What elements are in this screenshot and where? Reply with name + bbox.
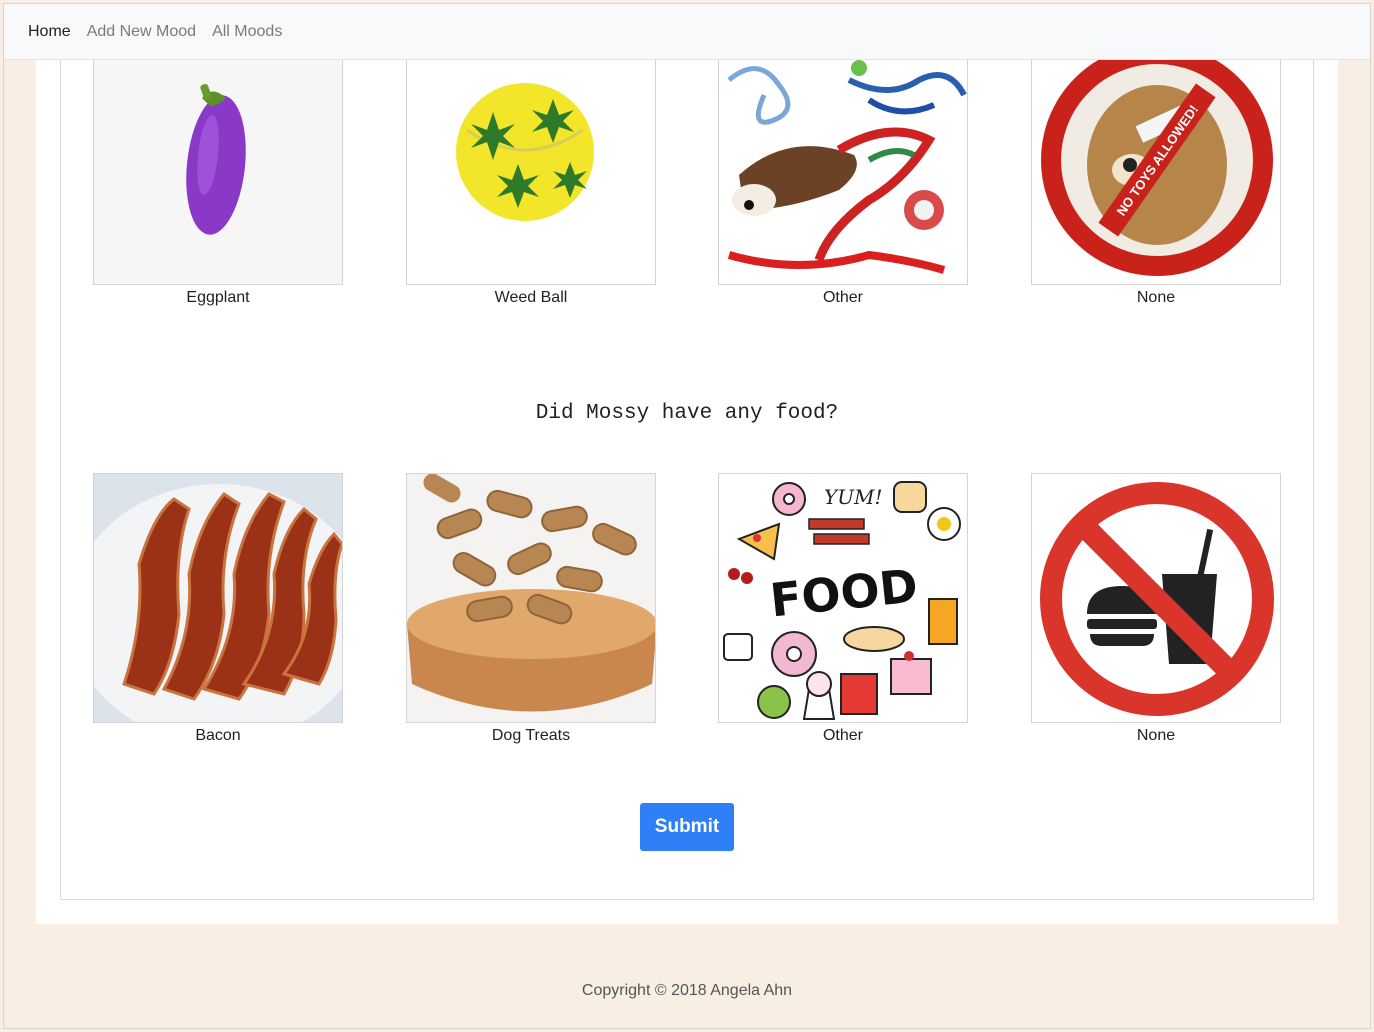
food-option-label: None bbox=[1136, 727, 1176, 744]
food-option-label: Bacon bbox=[195, 727, 241, 744]
dog-treats-image[interactable] bbox=[406, 473, 656, 723]
no-food-image[interactable] bbox=[1031, 473, 1281, 723]
toy-option-weed-ball[interactable]: Weed Ball bbox=[406, 60, 656, 309]
food-option-none[interactable]: None bbox=[1031, 473, 1281, 747]
bacon-image[interactable] bbox=[93, 473, 343, 723]
food-collage-yum-text: YUM! bbox=[824, 485, 883, 509]
nav-home-link[interactable]: Home bbox=[28, 23, 71, 41]
submit-button[interactable]: Submit bbox=[640, 803, 734, 851]
nav-add-new-mood-link[interactable]: Add New Mood bbox=[87, 23, 196, 41]
toy-option-eggplant[interactable]: Eggplant bbox=[93, 60, 343, 309]
assorted-toys-image[interactable] bbox=[718, 60, 968, 285]
food-collage-image[interactable]: YUM! FOOD bbox=[718, 473, 968, 723]
food-option-dog-treats[interactable]: Dog Treats bbox=[406, 473, 656, 747]
food-option-label: Dog Treats bbox=[491, 727, 571, 744]
toy-option-label: Weed Ball bbox=[494, 289, 568, 306]
toy-option-label: Eggplant bbox=[186, 289, 250, 306]
toy-option-other[interactable]: Other bbox=[718, 60, 968, 309]
food-question-heading: Did Mossy have any food? bbox=[535, 402, 839, 425]
food-option-label: Other bbox=[822, 727, 863, 744]
food-option-bacon[interactable]: Bacon bbox=[93, 473, 343, 747]
food-option-other[interactable]: YUM! FOOD Other bbox=[718, 473, 968, 747]
eggplant-image[interactable] bbox=[93, 60, 343, 285]
weed-ball-image[interactable] bbox=[406, 60, 656, 285]
nav-all-moods-link[interactable]: All Moods bbox=[212, 23, 282, 41]
no-toys-image[interactable]: NO TOYS ALLOWED! bbox=[1031, 60, 1281, 285]
toy-option-none[interactable]: NO TOYS ALLOWED! None bbox=[1031, 60, 1281, 309]
toy-option-label: Other bbox=[822, 289, 863, 306]
top-navbar: Home Add New Mood All Moods bbox=[4, 4, 1370, 60]
footer-copyright: Copyright © 2018 Angela Ahn bbox=[581, 982, 793, 999]
toy-option-label: None bbox=[1136, 289, 1176, 306]
